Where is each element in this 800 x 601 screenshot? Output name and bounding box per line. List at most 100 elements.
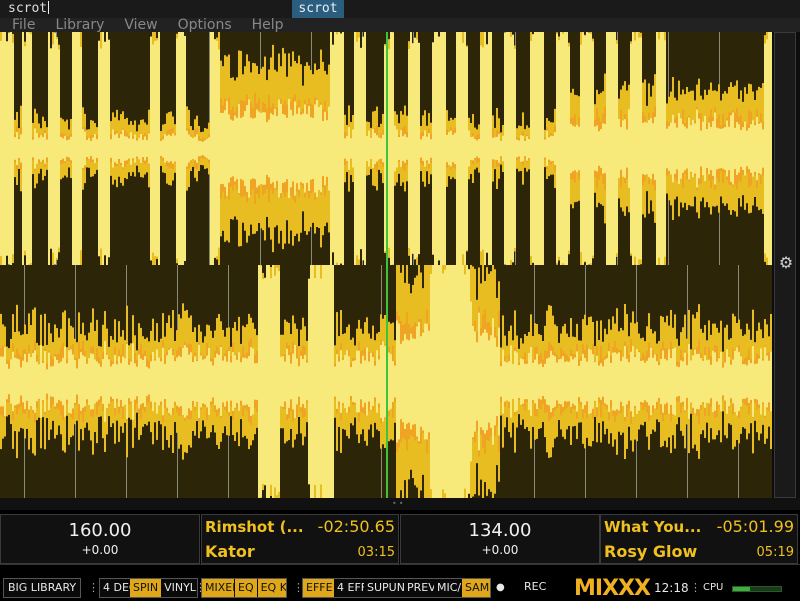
deck-1-bpm[interactable]: 160.00 +0.00: [0, 514, 200, 564]
waveform-bar: [544, 139, 546, 158]
waveform-bar: [246, 358, 248, 405]
waveform-bar: [508, 361, 510, 402]
waveform-bar: [270, 278, 272, 485]
gear-icon[interactable]: ⚙: [776, 253, 796, 273]
waveform-bar: [242, 357, 244, 406]
waveform-bar: [84, 356, 86, 407]
preview-deck-toggle[interactable]: PREV: [404, 579, 434, 597]
waveform-bar: [28, 353, 30, 410]
waveform-bar: [358, 37, 360, 260]
four-effects-toggle[interactable]: 4 EFF: [334, 579, 364, 597]
waveform-bar: [572, 125, 574, 172]
menu-library[interactable]: Library: [45, 18, 114, 32]
waveform-bar: [648, 119, 650, 178]
waveform-bar: [718, 128, 720, 169]
waveform-bar: [50, 366, 52, 397]
waveform-bar: [268, 265, 270, 498]
super-knob-toggle[interactable]: SUPUN: [364, 579, 404, 597]
terminal-command[interactable]: scrot: [8, 0, 50, 18]
waveform-bar: [748, 360, 750, 403]
waveform-bar: [172, 133, 174, 164]
effects-toggle[interactable]: EFFE: [303, 579, 334, 597]
waveform-bar: [494, 337, 496, 426]
waveform-bar: [496, 136, 498, 161]
waveform-bar: [340, 350, 342, 413]
mic-aux-toggle[interactable]: MIC/: [434, 579, 462, 597]
waveform-bar: [750, 363, 752, 400]
waveform-bar: [4, 32, 6, 265]
waveform-bar: [30, 34, 32, 263]
waveform-bar: [286, 348, 288, 415]
waveform-bar: [532, 34, 534, 263]
waveform-bar: [568, 46, 570, 251]
vinyl-toggle[interactable]: VINYL: [161, 579, 197, 597]
waveform-area[interactable]: [0, 32, 772, 498]
waveform-bar: [740, 130, 742, 167]
deck-2-track-info[interactable]: What You... -05:01.99 Rosy Glow 05:19: [600, 514, 798, 564]
waveform-bar: [72, 32, 74, 265]
menu-file[interactable]: File: [0, 18, 45, 32]
waveform-bar: [768, 32, 770, 265]
waveform-bar: [0, 356, 2, 407]
deck-2-bpm[interactable]: 134.00 +0.00: [400, 514, 600, 564]
waveform-bar: [104, 41, 106, 256]
record-button[interactable]: REC: [524, 578, 546, 598]
four-decks-toggle[interactable]: 4 DECKS: [100, 579, 130, 597]
waveform-bar: [44, 351, 46, 412]
waveform-bar: [212, 32, 214, 265]
waveform-bar: [742, 127, 744, 170]
waveform-bar: [168, 349, 170, 414]
eq-kill-toggle[interactable]: EQ K: [257, 579, 286, 597]
waveform-bar: [302, 359, 304, 404]
waveform-bar: [452, 134, 454, 163]
waveform-bar: [428, 330, 430, 433]
waveform-bar: [16, 131, 18, 166]
waveform-bar: [398, 323, 400, 440]
menu-options[interactable]: Options: [168, 18, 242, 32]
waveform-bar: [622, 356, 624, 407]
deck-1-track-info[interactable]: Rimshot (... -02:50.65 Kator 03:15: [201, 514, 399, 564]
waveform-bar: [406, 137, 408, 160]
big-library-button[interactable]: BIG LIBRARY: [3, 578, 82, 598]
waveform-bar: [696, 353, 698, 410]
waveform-bar: [702, 360, 704, 403]
waveform-bar: [274, 275, 276, 488]
waveform-bar: [758, 358, 760, 405]
waveform-bar: [282, 356, 284, 407]
waveform-bar: [488, 340, 490, 423]
waveform-bar: [292, 353, 294, 410]
waveform-bar: [136, 366, 138, 397]
text-cursor: [48, 1, 50, 14]
waveform-bar: [136, 140, 138, 157]
waveform-bar: [424, 130, 426, 167]
waveform-bar: [542, 366, 544, 397]
waveform-bar: [230, 362, 232, 401]
spinny-toggle[interactable]: SPIN: [130, 579, 162, 597]
waveform-bar: [494, 137, 496, 160]
waveform-bar: [602, 123, 604, 174]
waveform-bar: [78, 32, 80, 265]
eq-toggle[interactable]: EQ: [235, 579, 257, 597]
waveform-bar: [394, 365, 396, 398]
waveform-bar: [554, 356, 556, 407]
waveform-bar: [180, 356, 182, 407]
waveform-bar: [212, 365, 214, 398]
waveform-bar: [228, 350, 230, 413]
sampler-toggle[interactable]: SAM: [462, 579, 490, 597]
deck-2-artist: Rosy Glow: [604, 542, 698, 561]
waveform-bar: [382, 341, 384, 422]
menu-view[interactable]: View: [114, 18, 167, 32]
mixer-toggle[interactable]: MIXER: [202, 579, 234, 597]
waveform-bar: [734, 350, 736, 413]
menu-help[interactable]: Help: [242, 18, 294, 32]
waveform-bar: [164, 134, 166, 163]
waveform-bar: [658, 39, 660, 258]
waveform-bar: [22, 32, 24, 265]
waveform-bar: [764, 347, 766, 416]
waveform-bar: [316, 99, 318, 198]
waveform-bar: [88, 138, 90, 159]
waveform-bar: [708, 122, 710, 175]
waveform-bar: [476, 140, 478, 157]
waveform-bar: [188, 134, 190, 163]
waveform-bar: [262, 112, 264, 185]
